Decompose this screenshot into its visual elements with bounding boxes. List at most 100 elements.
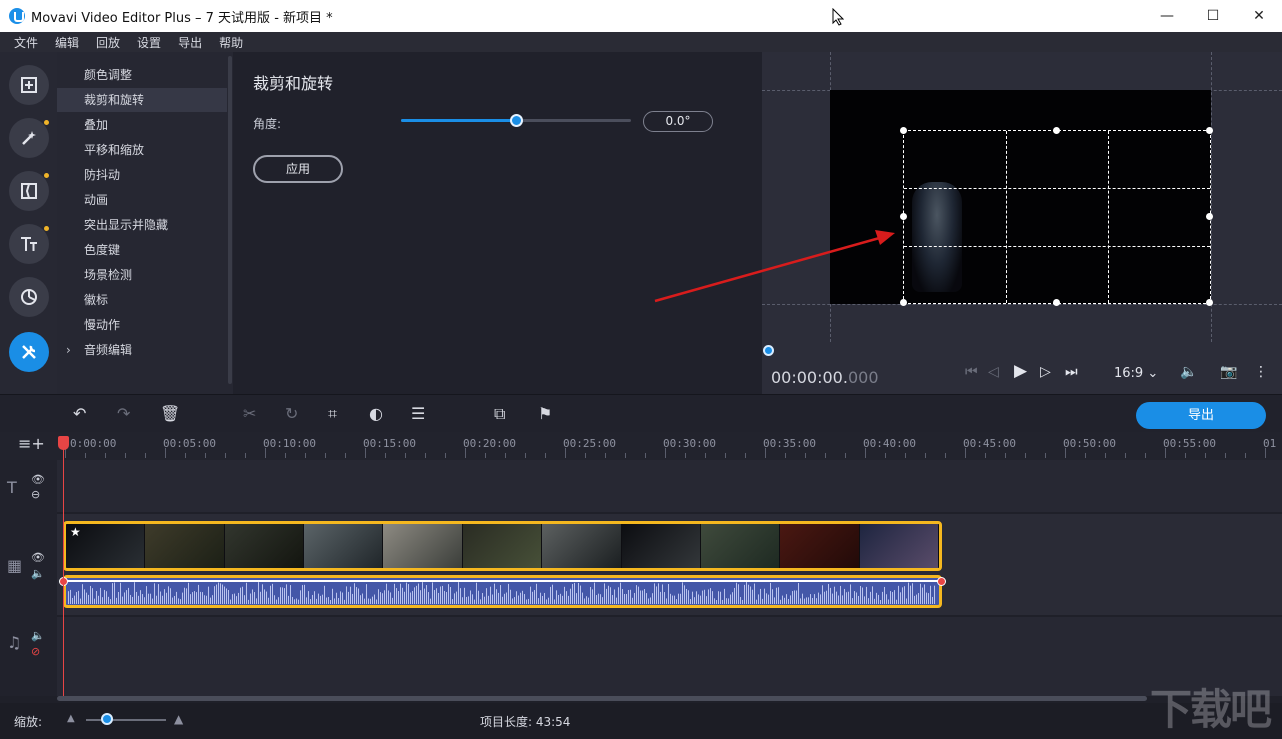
prev-frame-icon[interactable]: ◁ xyxy=(988,364,999,380)
titles-button[interactable] xyxy=(9,224,49,264)
tool-pan-zoom[interactable]: 平移和缩放 xyxy=(57,138,227,162)
waveform-bar xyxy=(708,589,709,604)
angle-slider-thumb[interactable] xyxy=(510,114,523,127)
tool-highlight-conceal[interactable]: 突出显示并隐藏 xyxy=(57,213,227,237)
menu-help[interactable]: 帮助 xyxy=(219,34,243,51)
waveform-bar xyxy=(510,589,511,604)
menu-edit[interactable]: 编辑 xyxy=(55,34,79,51)
maximize-button[interactable]: ☐ xyxy=(1190,0,1236,32)
waveform-bar xyxy=(860,585,861,604)
link-icon[interactable]: ⊖ xyxy=(31,488,40,501)
undo-icon[interactable]: ↶ xyxy=(73,404,86,423)
play-icon[interactable]: ▶ xyxy=(1014,361,1027,381)
aspect-ratio-select[interactable]: 16:9 ⌄ xyxy=(1114,366,1158,381)
rotate-icon[interactable]: ↻ xyxy=(285,404,298,423)
tool-stabilization[interactable]: 防抖动 xyxy=(57,163,227,187)
color-adjust-icon[interactable]: ◐ xyxy=(369,404,383,423)
tool-crop-rotate[interactable]: 裁剪和旋转 xyxy=(57,88,227,112)
crop-handle[interactable] xyxy=(1206,213,1213,220)
tools-list-scrollbar[interactable] xyxy=(228,56,232,384)
zoom-slider-thumb[interactable] xyxy=(101,713,113,725)
menu-playback[interactable]: 回放 xyxy=(96,34,120,51)
crop-handle[interactable] xyxy=(900,213,907,220)
skip-start-icon[interactable]: ⏮ xyxy=(965,364,978,380)
snapshot-camera-icon[interactable]: 📷 xyxy=(1220,364,1237,380)
menu-file[interactable]: 文件 xyxy=(14,34,38,51)
ruler-tick xyxy=(565,448,566,458)
ruler-tick xyxy=(1025,453,1026,458)
unlink-icon[interactable]: ⊘ xyxy=(31,645,40,658)
audio-volume-line[interactable] xyxy=(63,580,942,582)
mute-speaker-icon[interactable]: 🔈 xyxy=(31,629,45,642)
tool-logo[interactable]: 徽标 xyxy=(57,288,227,312)
tool-slow-motion[interactable]: 慢动作 xyxy=(57,313,227,337)
stickers-button[interactable] xyxy=(9,277,49,317)
text-track[interactable] xyxy=(57,460,1282,512)
insert-clip-icon[interactable]: ⧉ xyxy=(494,404,505,424)
close-window-button[interactable]: ✕ xyxy=(1236,0,1282,32)
waveform-bar xyxy=(636,585,637,604)
filters-button[interactable] xyxy=(9,118,49,158)
mute-speaker-icon[interactable]: 🔈 xyxy=(31,567,45,580)
tool-chroma-key[interactable]: 色度键 xyxy=(57,238,227,262)
crop-handle[interactable] xyxy=(1206,127,1213,134)
crop-handle[interactable] xyxy=(900,127,907,134)
crop-handle[interactable] xyxy=(900,299,907,306)
crop-handle[interactable] xyxy=(1053,299,1060,306)
preview-scrubber[interactable] xyxy=(763,345,774,356)
waveform-bar xyxy=(884,586,885,604)
tool-audio-edit[interactable]: › 音频编辑 xyxy=(57,338,227,362)
cut-icon[interactable]: ✂ xyxy=(243,404,256,423)
audio-fade-handle[interactable] xyxy=(937,577,946,586)
timeline-ruler[interactable]: ≡+ 0:00:00 00:05:00 00:10:00 00:15:00 00… xyxy=(0,432,1282,460)
more-tools-button[interactable] xyxy=(9,332,49,372)
waveform-bar xyxy=(564,586,565,604)
waveform-bar xyxy=(518,595,519,604)
movavi-logo-icon xyxy=(9,8,25,24)
waveform-bar xyxy=(734,587,735,604)
angle-value-field[interactable]: 0.0° xyxy=(643,111,713,132)
music-track-icon: ♫ xyxy=(7,633,22,652)
more-options-icon[interactable]: ⋮ xyxy=(1254,364,1268,380)
timeline-toolbar: ↶ ↷ 🗑 ✂ ↻ ⌗ ◐ ☰ ⧉ ⚑ 导出 xyxy=(0,394,1282,432)
menu-export[interactable]: 导出 xyxy=(178,34,202,51)
tool-scene-detection[interactable]: 场景检测 xyxy=(57,263,227,287)
volume-icon[interactable]: 🔈 xyxy=(1180,364,1197,380)
zoom-in-icon[interactable]: ▲ xyxy=(174,712,183,726)
waveform-bar xyxy=(660,591,661,604)
waveform-bar xyxy=(874,598,875,604)
transitions-button[interactable] xyxy=(9,171,49,211)
crop-handle[interactable] xyxy=(1053,127,1060,134)
zoom-out-icon[interactable]: ▲ xyxy=(67,713,75,724)
angle-slider[interactable] xyxy=(401,114,631,127)
next-frame-icon[interactable]: ▷ xyxy=(1040,364,1051,380)
delete-icon[interactable]: 🗑 xyxy=(160,404,180,423)
window-title: Movavi Video Editor Plus – 7 天试用版 - 新项目 … xyxy=(31,10,333,26)
crop-frame[interactable] xyxy=(900,127,1213,306)
clip-properties-icon[interactable]: ☰ xyxy=(411,404,425,423)
add-track-icon[interactable]: ≡+ xyxy=(18,434,45,453)
apply-button[interactable]: 应用 xyxy=(253,155,343,183)
timeline-scrollbar[interactable] xyxy=(57,696,1147,701)
tool-color-adjust[interactable]: 颜色调整 xyxy=(57,63,227,87)
export-button[interactable]: 导出 xyxy=(1136,402,1266,429)
waveform-bar xyxy=(418,583,419,604)
visibility-eye-icon[interactable]: 👁 xyxy=(31,473,45,486)
tool-animation[interactable]: 动画 xyxy=(57,188,227,212)
clip-thumbnail xyxy=(304,524,384,568)
tool-overlay[interactable]: 叠加 xyxy=(57,113,227,137)
import-button[interactable] xyxy=(9,65,49,105)
redo-icon[interactable]: ↷ xyxy=(117,404,130,423)
waveform-bar xyxy=(246,582,247,604)
visibility-eye-icon[interactable]: 👁 xyxy=(31,551,45,564)
marker-flag-icon[interactable]: ⚑ xyxy=(538,404,552,423)
video-clip[interactable] xyxy=(63,521,942,571)
minimize-button[interactable]: — xyxy=(1144,0,1190,32)
crop-icon[interactable]: ⌗ xyxy=(328,404,337,424)
crop-handle[interactable] xyxy=(1206,299,1213,306)
playhead-handle[interactable] xyxy=(58,436,69,450)
music-track[interactable] xyxy=(57,617,1282,696)
skip-end-icon[interactable]: ⏭ xyxy=(1065,364,1078,380)
zoom-slider[interactable] xyxy=(86,719,166,721)
menu-settings[interactable]: 设置 xyxy=(137,34,161,51)
